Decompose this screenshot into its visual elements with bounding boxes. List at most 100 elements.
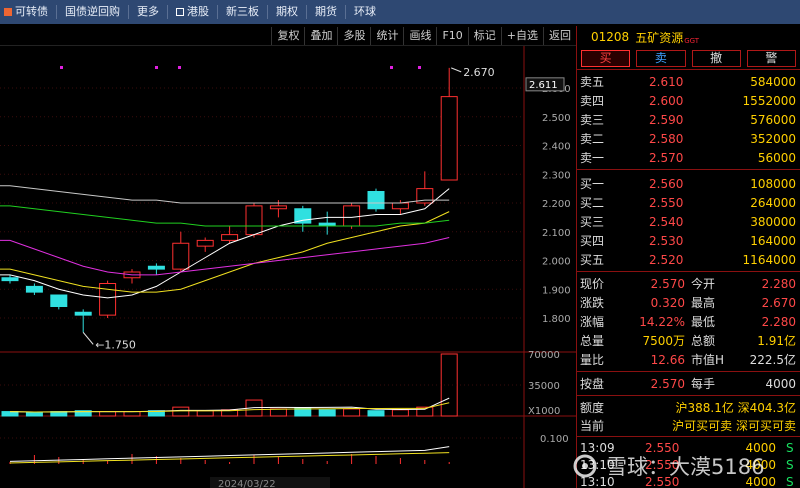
volume-bar (318, 409, 336, 417)
mark-button[interactable]: 标记 (467, 26, 501, 45)
nav-item-convertible[interactable]: 可转债 (0, 0, 56, 24)
volume-tick-label: X1000 (528, 406, 560, 417)
overlay-button[interactable]: 叠加 (304, 26, 337, 45)
alert-button[interactable]: 警 (746, 50, 796, 67)
current-price-tag-text: 2.611 (529, 80, 558, 91)
divider (577, 169, 800, 170)
nav-item-options[interactable]: 期权 (268, 0, 306, 24)
bid-label: 买三 (580, 215, 605, 229)
bid-label: 买五 (580, 253, 605, 267)
bid-row[interactable]: 买五 2.520 1164000 (577, 250, 800, 269)
nav-item-repo[interactable]: 国债逆回购 (57, 0, 128, 24)
multi-stock-button[interactable]: 多股 (337, 26, 370, 45)
ggt-badge: GGT (684, 37, 700, 45)
candle-body (221, 234, 239, 241)
quote-value: 0.320 (650, 295, 685, 310)
buy-button[interactable]: 买 (581, 50, 631, 67)
volume-tick-label: 70000 (528, 350, 560, 361)
ask-row[interactable]: 卖三 2.590 576000 (577, 110, 800, 129)
ask-label: 卖二 (580, 132, 605, 146)
cancel-order-button[interactable]: 撤 (691, 50, 741, 67)
event-marker (418, 66, 421, 69)
add-watchlist-button[interactable]: +自选 (500, 26, 543, 45)
menu-icon (4, 8, 12, 16)
ask-volume: 584000 (750, 74, 796, 89)
quote-value: 14.22% (639, 314, 685, 329)
volume-bar (25, 411, 43, 417)
candle-body (50, 294, 68, 307)
stock-terminal-window: 可转债 国债逆回购 更多 港股 新三板 期权 期货 环球 复权 叠加 多股 统计… (0, 0, 800, 488)
bid-volume: 1164000 (742, 252, 796, 267)
volume-ma-line (9, 397, 450, 413)
ask-row[interactable]: 卖四 2.600 1552000 (577, 91, 800, 110)
nav-item-global[interactable]: 环球 (346, 0, 384, 24)
quota-current-label: 当前 (580, 418, 605, 433)
quota-label: 额度 (580, 400, 605, 415)
price-tick-label: 1.800 (542, 314, 571, 325)
quote-side-panel: 01208 五矿资源 GGT 买 卖 撤 警 卖五 2.610 584000 卖四 2… (576, 26, 800, 488)
order-book-asks: 卖五 2.610 584000 卖四 2.600 1552000 卖三 2.590 5760… (577, 70, 800, 167)
volume-bar (196, 410, 214, 417)
price-tick-label: 2.300 (542, 170, 571, 181)
price-tick-label: 2.200 (542, 199, 571, 210)
lot-row: 按盘 2.570 每手 4000 (577, 374, 800, 393)
kline-chart-svg[interactable]: 2.6002.5002.4002.3002.2002.1002.0001.900… (0, 46, 576, 488)
candle-body (147, 265, 165, 270)
date-label: 2024/03/22 (218, 479, 276, 488)
lot-label: 按盘 (580, 377, 605, 391)
divider (577, 371, 800, 372)
stock-code: 01208 (591, 30, 630, 44)
quota-value: 沪388.1亿 深404.3亿 (675, 400, 796, 415)
restore-rights-button[interactable]: 复权 (271, 26, 304, 45)
nav-item-more[interactable]: 更多 (129, 0, 167, 24)
quote-value: 2.670 (761, 295, 796, 310)
quote-row: 涨跌 0.320 最高 2.670 (577, 293, 800, 312)
f10-button[interactable]: F10 (436, 26, 467, 45)
bid-row[interactable]: 买三 2.540 380000 (577, 212, 800, 231)
ask-price: 2.570 (649, 150, 684, 165)
statistics-button[interactable]: 统计 (370, 26, 403, 45)
price-tick-label: 1.900 (542, 285, 571, 296)
volume-bar (440, 353, 458, 417)
volume-bar (99, 411, 117, 417)
ask-price: 2.610 (649, 74, 684, 89)
nav-label: 可转债 (15, 5, 48, 18)
ask-volume: 1552000 (742, 93, 796, 108)
bid-volume: 264000 (750, 195, 796, 210)
quote-label: 最高 (691, 296, 716, 310)
ask-row[interactable]: 卖五 2.610 584000 (577, 72, 800, 91)
candle-body (343, 205, 361, 227)
nav-item-hk[interactable]: 港股 (168, 0, 217, 24)
event-marker (60, 66, 63, 69)
quote-value: 7500万 (642, 334, 685, 348)
nav-item-futures[interactable]: 期货 (307, 0, 345, 24)
bid-row[interactable]: 买二 2.550 264000 (577, 193, 800, 212)
candle-body (391, 202, 409, 210)
bid-row[interactable]: 买一 2.560 108000 (577, 174, 800, 193)
volume-bar (391, 409, 409, 417)
quote-row: 量比 12.66 市值H 222.5亿 (577, 350, 800, 369)
event-marker (390, 66, 393, 69)
candle-body (196, 239, 214, 247)
volume-bar (269, 408, 287, 417)
ask-price: 2.590 (649, 112, 684, 127)
divider (577, 271, 800, 272)
nav-item-neeq[interactable]: 新三板 (218, 0, 267, 24)
quota-row: 额度 沪388.1亿 深404.3亿 (577, 398, 800, 416)
draw-line-button[interactable]: 画线 (403, 26, 436, 45)
low-annotation-pointer (82, 332, 94, 345)
back-button[interactable]: 返回 (543, 26, 576, 45)
quote-row: 总量 7500万 总额 1.91亿 (577, 331, 800, 350)
kline-chart-area[interactable]: 2.6002.5002.4002.3002.2002.1002.0001.900… (0, 46, 576, 488)
bid-price: 2.520 (649, 252, 684, 267)
bid-row[interactable]: 买四 2.530 164000 (577, 231, 800, 250)
high-annotation-pointer (451, 67, 462, 73)
moving-average-line (0, 211, 450, 293)
snowball-logo-svg (573, 454, 597, 478)
volume-bar (172, 406, 190, 417)
sell-button[interactable]: 卖 (636, 50, 686, 67)
ask-row[interactable]: 卖一 2.570 56000 (577, 148, 800, 167)
ask-row[interactable]: 卖二 2.580 352000 (577, 129, 800, 148)
divider (577, 395, 800, 396)
nav-label: 港股 (187, 5, 209, 18)
